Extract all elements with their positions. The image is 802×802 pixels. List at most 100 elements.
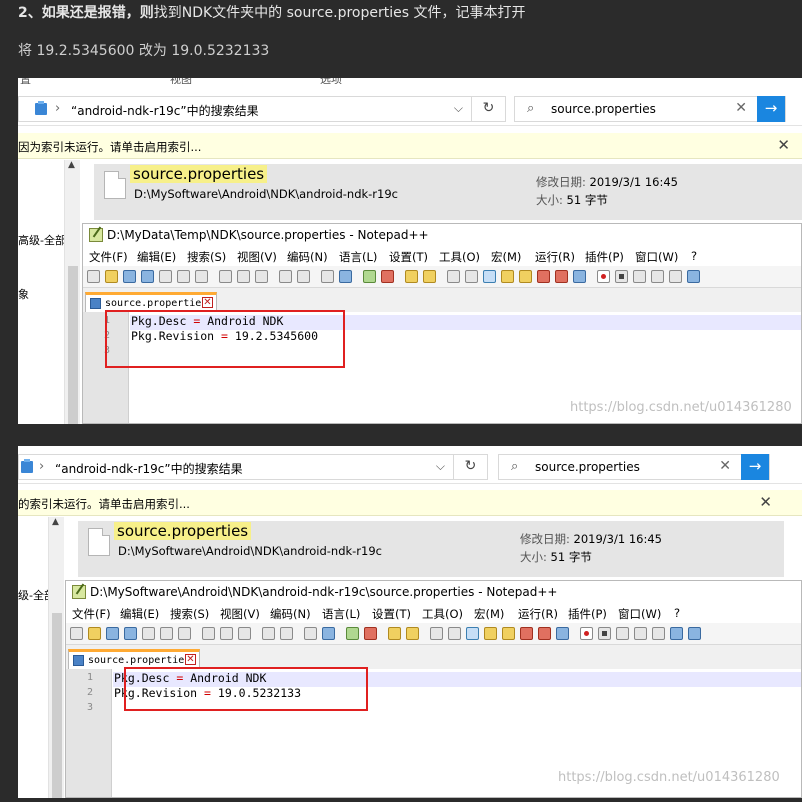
new-file-icon[interactable] (87, 270, 100, 283)
clear-icon[interactable]: ✕ (719, 458, 731, 474)
folder-as-workspace-icon[interactable] (555, 270, 568, 283)
folder-as-workspace-icon[interactable] (538, 627, 551, 640)
address-bar[interactable]: › “android-ndk-r19c”中的搜索结果 ⌵ ↻ (18, 96, 506, 122)
paste-icon[interactable] (238, 627, 251, 640)
window-title-bar[interactable]: D:\MySoftware\Android\NDK\android-ndk-r1… (66, 581, 801, 603)
stop-macro-icon[interactable] (598, 627, 611, 640)
close-file-icon[interactable] (159, 270, 172, 283)
close-all-icon[interactable] (160, 627, 173, 640)
menu-plugins[interactable]: 插件(P) (568, 606, 607, 622)
paste-icon[interactable] (255, 270, 268, 283)
cut-icon[interactable] (219, 270, 232, 283)
menu-settings[interactable]: 设置(T) (389, 249, 428, 265)
open-file-icon[interactable] (105, 270, 118, 283)
nav-scrollbar[interactable]: ▲ (64, 160, 80, 424)
sync-horizontal-icon[interactable] (406, 627, 419, 640)
save-icon[interactable] (106, 627, 119, 640)
extra-tool-2-icon[interactable] (688, 627, 701, 640)
index-info-bar[interactable]: 的索引未运行。请单击启用索引... ✕ (18, 490, 802, 516)
word-wrap-icon[interactable] (430, 627, 443, 640)
refresh-button[interactable]: ↻ (471, 96, 505, 122)
stop-macro-icon[interactable] (615, 270, 628, 283)
search-go-button[interactable]: → (757, 96, 785, 122)
udl-icon[interactable] (501, 270, 514, 283)
close-file-icon[interactable] (142, 627, 155, 640)
nav-scrollbar[interactable]: ▲ (48, 517, 64, 798)
save-all-icon[interactable] (141, 270, 154, 283)
scroll-thumb[interactable] (52, 613, 62, 798)
play-multiple-icon[interactable] (651, 270, 664, 283)
scroll-up-icon[interactable]: ▲ (68, 160, 75, 170)
info-message[interactable]: 的索引未运行。请单击启用索引... (18, 496, 190, 512)
copy-icon[interactable] (220, 627, 233, 640)
search-result-item[interactable]: source.properties D:\MySoftware\Android\… (78, 521, 784, 577)
new-file-icon[interactable] (70, 627, 83, 640)
show-all-chars-icon[interactable] (448, 627, 461, 640)
menu-encoding[interactable]: 编码(N) (270, 606, 311, 622)
nav-label[interactable]: 高级-全部 (18, 232, 66, 248)
window-title-bar[interactable]: D:\MyData\Temp\NDK\source.properties - N… (83, 224, 801, 246)
close-all-icon[interactable] (177, 270, 190, 283)
replace-icon[interactable] (339, 270, 352, 283)
close-icon[interactable]: ✕ (777, 136, 790, 154)
menu-run[interactable]: 运行(R) (535, 249, 575, 265)
zoom-in-icon[interactable] (346, 627, 359, 640)
doc-map-icon[interactable] (502, 627, 515, 640)
menu-language[interactable]: 语言(L) (339, 249, 377, 265)
scroll-up-icon[interactable]: ▲ (52, 517, 59, 527)
search-input[interactable]: source.properties (551, 102, 656, 116)
sync-vertical-icon[interactable] (405, 270, 418, 283)
search-input[interactable]: source.properties (535, 460, 640, 474)
refresh-button[interactable]: ↻ (453, 454, 487, 480)
menu-edit[interactable]: 编辑(E) (120, 606, 159, 622)
menu-file[interactable]: 文件(F) (89, 249, 128, 265)
monitoring-icon[interactable] (556, 627, 569, 640)
cut-icon[interactable] (202, 627, 215, 640)
play-macro-icon[interactable] (633, 270, 646, 283)
menu-encoding[interactable]: 编码(N) (287, 249, 328, 265)
print-icon[interactable] (178, 627, 191, 640)
file-name[interactable]: source.properties (130, 165, 268, 183)
save-macro-icon[interactable] (669, 270, 682, 283)
function-list-icon[interactable] (520, 627, 533, 640)
monitoring-icon[interactable] (573, 270, 586, 283)
breadcrumb-chevron-icon[interactable]: › (55, 101, 60, 116)
redo-icon[interactable] (297, 270, 310, 283)
menu-macro[interactable]: 宏(M) (474, 606, 504, 622)
zoom-in-icon[interactable] (363, 270, 376, 283)
extra-tool-icon[interactable] (687, 270, 700, 283)
chevron-down-icon[interactable]: ⌵ (454, 101, 463, 116)
print-icon[interactable] (195, 270, 208, 283)
close-icon[interactable]: ✕ (759, 493, 772, 511)
menu-view[interactable]: 视图(V) (220, 606, 260, 622)
indent-guide-icon[interactable] (466, 627, 479, 640)
menu-tools[interactable]: 工具(O) (422, 606, 463, 622)
menu-tools[interactable]: 工具(O) (439, 249, 480, 265)
undo-icon[interactable] (262, 627, 275, 640)
menu-settings[interactable]: 设置(T) (372, 606, 411, 622)
file-name[interactable]: source.properties (114, 522, 252, 540)
undo-icon[interactable] (279, 270, 292, 283)
breadcrumb[interactable]: “android-ndk-r19c”中的搜索结果 (71, 102, 259, 119)
menu-search[interactable]: 搜索(S) (187, 249, 226, 265)
close-icon[interactable]: ✕ (185, 654, 196, 665)
find-icon[interactable] (304, 627, 317, 640)
menu-language[interactable]: 语言(L) (322, 606, 360, 622)
search-box[interactable]: ⌕ source.properties ✕ → (498, 454, 770, 480)
index-info-bar[interactable]: 因为索引未运行。请单击启用索引... ✕ (18, 133, 802, 159)
search-result-item[interactable]: source.properties D:\MySoftware\Android\… (94, 164, 802, 220)
udl-icon[interactable] (484, 627, 497, 640)
find-icon[interactable] (321, 270, 334, 283)
menu-help[interactable]: ? (691, 249, 697, 263)
menu-run[interactable]: 运行(R) (518, 606, 558, 622)
sync-horizontal-icon[interactable] (423, 270, 436, 283)
info-message[interactable]: 因为索引未运行。请单击启用索引... (18, 139, 201, 155)
copy-icon[interactable] (237, 270, 250, 283)
menu-window[interactable]: 窗口(W) (618, 606, 661, 622)
chevron-down-icon[interactable]: ⌵ (436, 459, 445, 474)
doc-map-icon[interactable] (519, 270, 532, 283)
zoom-out-icon[interactable] (364, 627, 377, 640)
word-wrap-icon[interactable] (447, 270, 460, 283)
menu-edit[interactable]: 编辑(E) (137, 249, 176, 265)
menu-help[interactable]: ? (674, 606, 680, 620)
